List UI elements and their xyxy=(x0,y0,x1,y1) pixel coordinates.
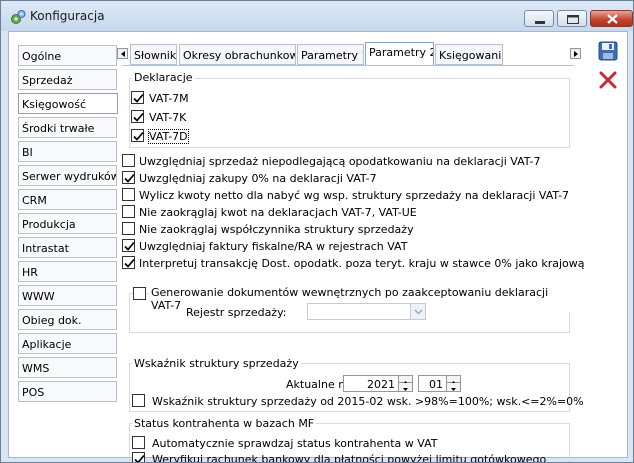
option-nie-zaokraglaj-kwot-label: Nie zaokrąglaj kwot na deklaracjach VAT-… xyxy=(139,206,417,219)
verify-bank-account-label: Weryfikuj rachunek bankowy dla płatności… xyxy=(152,453,547,463)
tab-slowniki[interactable]: Słowniki xyxy=(130,44,177,65)
spin-up-icon[interactable] xyxy=(447,376,460,384)
spin-up-icon[interactable] xyxy=(399,376,412,384)
sidebar-item-aplikacje[interactable]: Aplikacje xyxy=(18,333,117,354)
option-faktury-fiskalne-checkbox[interactable] xyxy=(122,239,135,252)
option-zakupy-0-checkbox[interactable] xyxy=(122,171,135,184)
tab-scroll-right-button[interactable] xyxy=(570,48,581,59)
tab-panel-parametry-2: Deklaracje VAT-7M VAT-7K VAT-7D Uwzględn… xyxy=(122,65,585,462)
close-button[interactable] xyxy=(590,10,633,27)
tab-scroll-left-button[interactable] xyxy=(117,48,128,59)
verify-bank-account-checkbox[interactable] xyxy=(132,452,145,462)
status-group-label: Status kontrahenta w bazach MF xyxy=(132,417,317,430)
sidebar-item-bi[interactable]: BI xyxy=(18,141,117,162)
option-zakupy-0-label: Uwzględniaj zakupy 0% na deklaracji VAT-… xyxy=(139,172,377,185)
sidebar-item-sprzedaz[interactable]: Sprzedaż xyxy=(18,69,117,90)
rejestr-sprzedazy-select[interactable] xyxy=(307,303,426,320)
sidebar-item-intrastat[interactable]: Intrastat xyxy=(18,237,117,258)
option-kwoty-netto-label: Wylicz kwoty netto dla nabyć wg wsp. str… xyxy=(139,189,570,202)
deklaracje-group-label: Deklaracje xyxy=(132,71,195,84)
maximize-button[interactable] xyxy=(557,10,587,27)
option-interpretuj-transakcje-label: Interpretuj transakcję Dost. opodatk. po… xyxy=(139,257,585,270)
year-spinner[interactable]: 2021 xyxy=(343,375,413,392)
month-spinner[interactable]: 01 xyxy=(418,375,461,392)
vat-7m-label: VAT-7M xyxy=(149,92,189,105)
status-auto-check-checkbox[interactable] xyxy=(132,436,145,449)
vat-7d-label: VAT-7D xyxy=(148,129,189,144)
vat-7d-checkbox[interactable] xyxy=(131,129,144,142)
status-auto-check-label: Automatycznie sprawdzaj status kontrahen… xyxy=(152,437,438,450)
sidebar-item-serwer-wydrukow[interactable]: Serwer wydruków xyxy=(18,165,117,186)
delete-icon[interactable] xyxy=(597,69,619,91)
sidebar-item-ogolne[interactable]: Ogólne xyxy=(18,45,117,66)
sidebar-item-crm[interactable]: CRM xyxy=(18,189,117,210)
checkmark-icon xyxy=(133,131,144,141)
rejestr-sprzedazy-label: Rejestr sprzedaży: xyxy=(186,306,287,319)
vat-7k-label: VAT-7K xyxy=(149,111,187,124)
spin-down-icon[interactable] xyxy=(399,383,412,391)
tab-ksiegowania[interactable]: Księgowania xyxy=(435,44,503,65)
option-kwoty-netto-checkbox[interactable] xyxy=(122,188,135,201)
sidebar-item-obieg-dok[interactable]: Obieg dok. xyxy=(18,309,117,330)
arrow-left-icon xyxy=(121,51,125,57)
gear-app-icon xyxy=(11,10,26,24)
sidebar-item-srodki-trwale[interactable]: Środki trwałe xyxy=(18,117,117,138)
title-bar: Konfiguracja xyxy=(1,1,633,31)
option-sprzedaz-niepodlegajaca-checkbox[interactable] xyxy=(122,154,135,167)
vat-7m-checkbox[interactable] xyxy=(131,91,144,104)
tab-parametry-1[interactable]: Parametry 1 xyxy=(297,44,364,65)
option-nie-zaokraglaj-wspolczynnika-checkbox[interactable] xyxy=(122,222,135,235)
wskaznik-option-label: Wskaźnik struktury sprzedaży od 2015-02 … xyxy=(152,395,584,408)
generowanie-checkbox[interactable] xyxy=(133,287,146,300)
sidebar-item-wms[interactable]: WMS xyxy=(18,357,117,378)
option-nie-zaokraglaj-kwot-checkbox[interactable] xyxy=(122,205,135,218)
checkmark-icon xyxy=(124,241,135,251)
sidebar-item-ksiegowosc[interactable]: Księgowość xyxy=(18,93,118,114)
option-faktury-fiskalne-label: Uwzględniaj faktury fiskalne/RA w rejest… xyxy=(139,240,408,253)
window-title: Konfiguracja xyxy=(30,9,105,23)
tab-parametry-2[interactable]: Parametry 2 xyxy=(365,42,434,66)
option-sprzedaz-niepodlegajaca-label: Uwzględniaj sprzedaż niepodlegającą opod… xyxy=(139,155,541,168)
wskaznik-option-checkbox[interactable] xyxy=(132,394,145,407)
checkmark-icon xyxy=(133,112,144,122)
tab-okresy-obrachunkowe[interactable]: Okresy obrachunkowe xyxy=(179,44,296,65)
save-icon[interactable] xyxy=(597,40,619,62)
vat-7k-checkbox[interactable] xyxy=(131,110,144,123)
checkmark-icon xyxy=(133,93,144,103)
wskaznik-group-label: Wskaźnik struktury sprzedaży xyxy=(132,357,301,370)
chevron-down-icon xyxy=(410,304,425,319)
checkmark-icon xyxy=(134,454,145,462)
configuration-window: Konfiguracja Ogólne Sprzedaż Księgowość … xyxy=(0,0,634,463)
option-interpretuj-transakcje-checkbox[interactable] xyxy=(122,256,135,269)
minimize-button[interactable] xyxy=(524,10,554,27)
sidebar-item-produkcja[interactable]: Produkcja xyxy=(18,213,117,234)
client-area: Ogólne Sprzedaż Księgowość Środki trwałe… xyxy=(8,31,628,462)
spin-down-icon[interactable] xyxy=(447,383,460,391)
sidebar-item-hr[interactable]: HR xyxy=(18,261,117,282)
deklaracje-group xyxy=(129,78,570,148)
checkmark-icon xyxy=(124,258,135,268)
checkmark-icon xyxy=(124,173,135,183)
option-nie-zaokraglaj-wspolczynnika-label: Nie zaokrąglaj współczynnika struktury s… xyxy=(139,223,414,236)
arrow-right-icon xyxy=(574,51,578,57)
sidebar-item-pos[interactable]: POS xyxy=(18,381,117,402)
sidebar-item-www[interactable]: WWW xyxy=(18,285,117,306)
